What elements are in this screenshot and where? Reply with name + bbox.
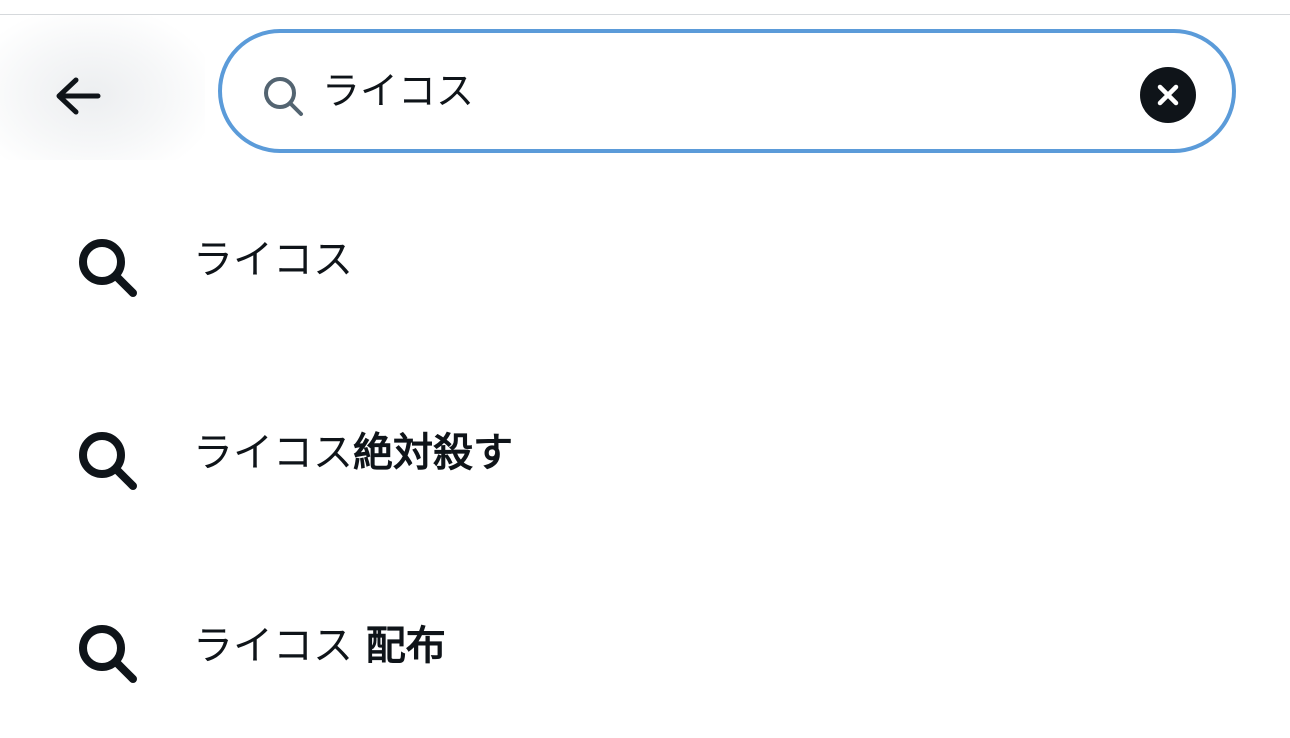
clear-search-button[interactable]	[1140, 67, 1196, 123]
suggestion-text: ライコス 配布	[193, 618, 446, 674]
search-icon	[264, 77, 303, 116]
search-icon	[79, 625, 137, 683]
suggestion-text: ライコス絶対殺す	[193, 425, 513, 481]
search-header	[0, 15, 1290, 160]
suggestion-query: ライコス	[193, 430, 353, 476]
arrow-left-icon	[56, 77, 101, 115]
search-box[interactable]	[218, 29, 1236, 153]
suggestion-query: ライコス	[193, 237, 353, 283]
close-icon	[1157, 84, 1179, 106]
suggestion-completion: 配布	[365, 623, 446, 669]
suggestion-item[interactable]: ライコス	[0, 160, 1290, 353]
suggestion-item[interactable]: ライコス絶対殺す	[0, 353, 1290, 546]
suggestion-list: ライコス ライコス絶対殺す ライコス 配布	[0, 160, 1290, 738]
search-icon	[79, 432, 137, 490]
search-icon	[79, 239, 137, 297]
search-page: ライコス ライコス絶対殺す ライコス 配布	[0, 0, 1290, 738]
suggestion-query: ライコス	[193, 623, 366, 669]
search-input[interactable]	[322, 63, 1122, 119]
suggestion-item[interactable]: ライコス 配布	[0, 546, 1290, 738]
suggestion-text: ライコス	[193, 232, 353, 288]
back-button[interactable]	[0, 15, 205, 160]
suggestion-completion: 絶対殺す	[353, 430, 513, 476]
